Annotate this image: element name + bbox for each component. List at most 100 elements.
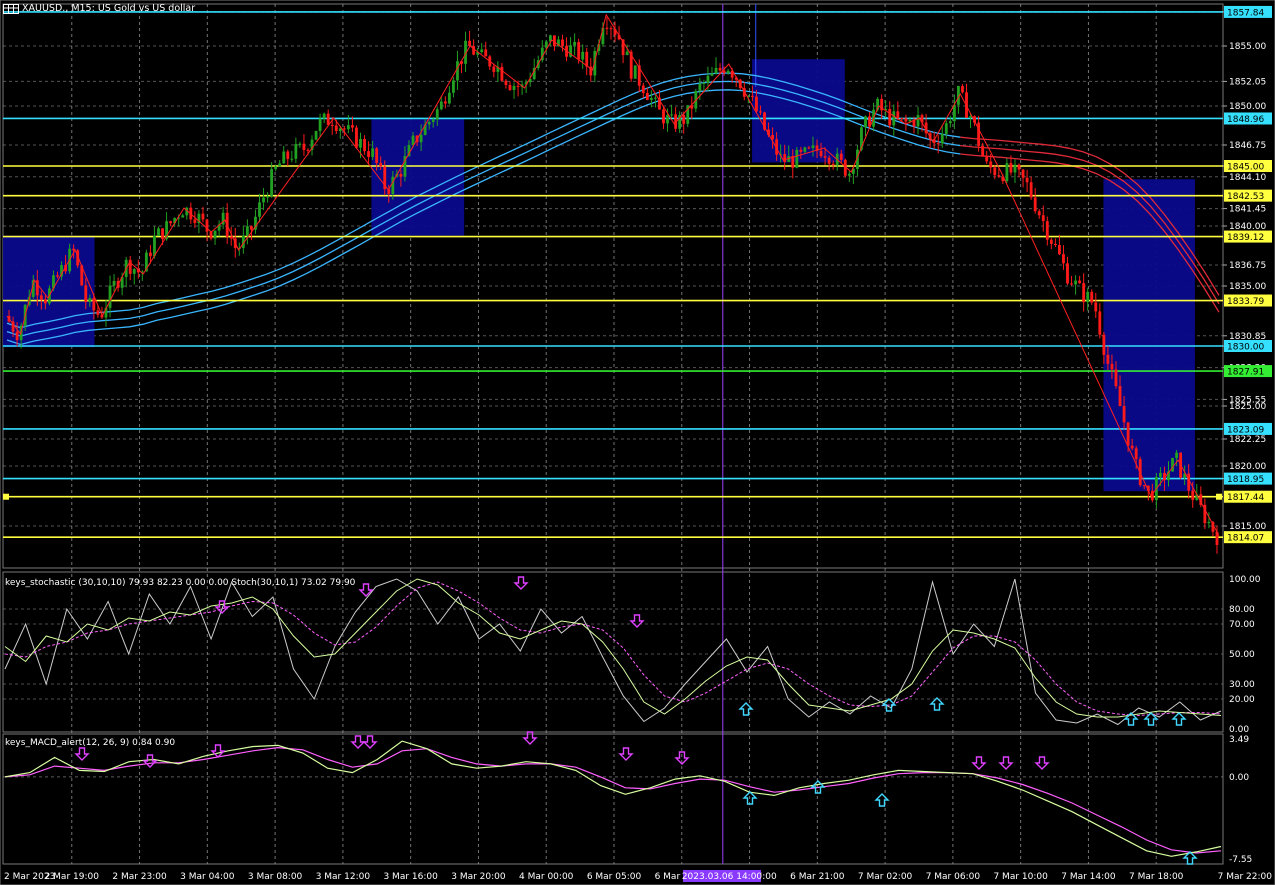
candle-body [1033, 197, 1037, 212]
macd-up-arrow [874, 793, 890, 807]
candle-body [504, 80, 508, 85]
candle-body [379, 162, 383, 167]
candle-body [346, 125, 350, 130]
candle-body [334, 125, 338, 131]
x-axis-label: 7 Mar 18:00 [1129, 872, 1184, 882]
level-price-label: 1845.00 [1227, 163, 1264, 173]
macd-tick-label: 3.49 [1229, 735, 1249, 745]
stoch-down-arrow [629, 614, 645, 628]
candle-body [961, 86, 964, 93]
stoch-down-arrow [214, 600, 230, 614]
candle-body [359, 138, 362, 148]
chart-canvas[interactable]: 2 Mar 20232 Mar 19:00 2 Mar 23:00 3 Mar 04… [0, 0, 1275, 885]
candle-body [892, 111, 896, 126]
candle-body [645, 93, 649, 100]
candle-body [952, 104, 956, 122]
candle-body [1094, 302, 1098, 312]
candle-body [609, 28, 613, 30]
window-frame [0, 0, 1275, 885]
candle-body [823, 156, 827, 158]
candle-body [654, 97, 657, 99]
candle-body [1090, 291, 1094, 303]
candle-body [799, 149, 803, 152]
candle-body [149, 252, 152, 257]
x-axis-label: 4 Mar 00:00 [519, 872, 574, 882]
candle-body [1058, 245, 1061, 255]
stoch-tick-label: 80.00 [1229, 605, 1255, 615]
macd-down-arrow [210, 744, 226, 758]
candle-body [1005, 163, 1009, 182]
macd-tick-label: -7.55 [1229, 855, 1252, 865]
macd-down-arrow [142, 754, 158, 768]
candle-body [201, 213, 205, 220]
stoch-tick-label: 30.00 [1229, 680, 1255, 690]
candle-body [1021, 169, 1025, 178]
candle-body [411, 135, 415, 146]
candle-body [294, 144, 298, 159]
level-price-label: 1833.79 [1227, 297, 1264, 307]
candle-body [443, 101, 447, 104]
candle-body [193, 219, 197, 224]
level-price-label: 1839.12 [1227, 233, 1264, 243]
candle-body [682, 115, 686, 124]
stoch-signal-line [4, 581, 1222, 717]
candle-body [338, 128, 342, 131]
price-tick-label: 1815.00 [1229, 522, 1266, 532]
candle-body [633, 65, 637, 79]
candle-body [1098, 311, 1102, 335]
candle-body [262, 197, 265, 203]
candle-body [1082, 283, 1086, 303]
candle-body [936, 143, 940, 145]
candle-body [948, 121, 952, 124]
candle-body [161, 228, 164, 240]
chart-window-icon[interactable] [3, 4, 19, 14]
candle-body [811, 145, 815, 149]
candle-body [1110, 363, 1114, 370]
candle-body [363, 138, 366, 152]
candle-body [1086, 291, 1090, 303]
level-price-label: 1817.44 [1227, 493, 1264, 503]
stoch-tick-label: 50.00 [1229, 650, 1255, 660]
candle-body [847, 173, 851, 176]
candle-body [92, 298, 96, 311]
price-tick-label: 1825.00 [1229, 402, 1266, 412]
candle-body [330, 124, 334, 126]
candle-body [904, 118, 908, 122]
candle-body [666, 114, 669, 124]
candle-body [484, 49, 488, 57]
candle-body [427, 122, 431, 125]
stoch-tick-label: 70.00 [1229, 620, 1255, 630]
candle-body [302, 143, 306, 150]
price-tick-label: 1836.75 [1229, 261, 1266, 271]
candle-body [1159, 472, 1162, 477]
candle-body [96, 310, 100, 315]
candle-body [1191, 490, 1195, 500]
candle-body [480, 49, 484, 53]
candle-body [322, 113, 326, 119]
level-price-label: 1848.96 [1227, 115, 1264, 125]
candle-body [452, 80, 455, 93]
zone-rect [1103, 179, 1195, 492]
candle-body [153, 235, 156, 257]
candle-body [1017, 164, 1021, 170]
candle-body [839, 153, 843, 160]
candle-body [1078, 280, 1082, 284]
candle-body [981, 145, 985, 157]
candle-body [795, 149, 799, 168]
level-marker-right [1216, 493, 1222, 500]
candle-body [702, 82, 706, 84]
candle-body [1070, 283, 1073, 285]
candle-body [500, 66, 504, 81]
candle-body [940, 133, 944, 144]
candle-body [213, 230, 217, 239]
price-tick-label: 1822.25 [1229, 435, 1266, 445]
candle-body [916, 115, 920, 127]
candle-body [1009, 163, 1013, 173]
x-axis-label: 3 Mar 04:00 [180, 872, 235, 882]
candle-body [39, 295, 43, 300]
macd-down-arrow [1034, 756, 1050, 770]
macd-down-arrow [350, 735, 366, 749]
level-price-label: 1814.07 [1227, 534, 1264, 544]
candle-body [662, 109, 665, 124]
candle-body [1053, 243, 1057, 246]
